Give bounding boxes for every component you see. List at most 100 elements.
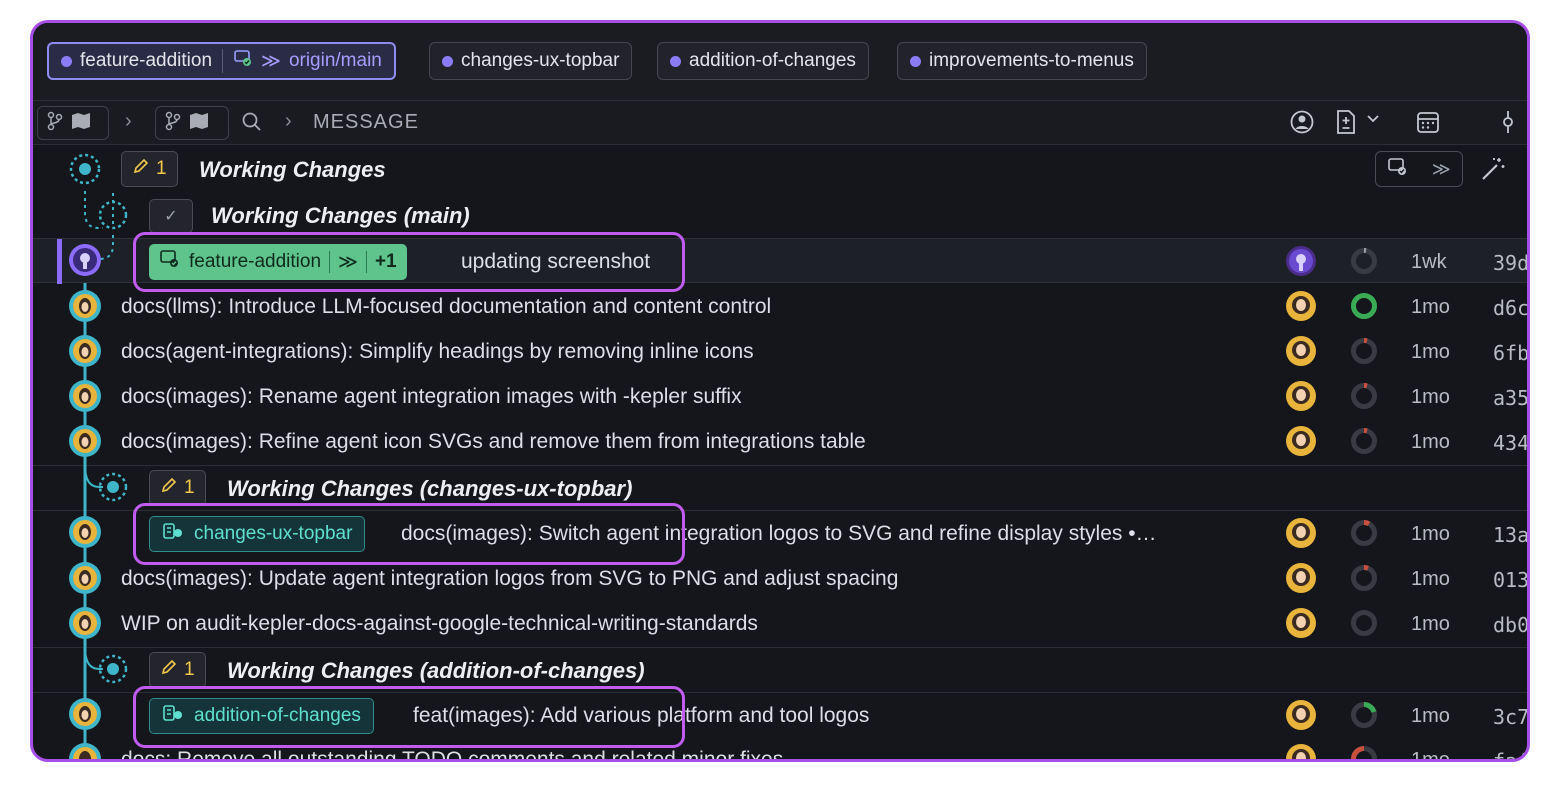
check-icon: ✓ (164, 208, 178, 225)
commit-row[interactable]: changes-ux-topbar docs(images): Switch a… (33, 510, 1527, 555)
commit-sha: faf (1493, 749, 1530, 762)
remote-icon: ≫ (338, 251, 358, 273)
branch-folder-icon (162, 521, 184, 547)
commit-row[interactable]: docs(llms): Introduce LLM-focused docume… (33, 284, 1527, 329)
ring-icon (1349, 744, 1379, 759)
author-icon[interactable] (1289, 109, 1315, 140)
commit-icon[interactable] (1501, 109, 1515, 140)
separator (329, 251, 331, 273)
branch-name: changes-ux-topbar (194, 523, 353, 544)
graph-map-toggle[interactable] (155, 106, 229, 140)
commit-message: docs(images): Refine agent icon SVGs and… (121, 430, 866, 453)
commit-sha: 13a (1493, 523, 1530, 547)
column-toolbar: › › MESSAGE (33, 101, 1527, 145)
branch-map-toggle[interactable] (37, 106, 109, 140)
pencil-icon (160, 658, 178, 682)
commit-sha: 6fb (1493, 341, 1530, 365)
separator (365, 251, 367, 273)
commit-row[interactable]: docs(images): Update agent integration l… (33, 556, 1527, 601)
commit-sha: 013 (1493, 568, 1530, 592)
commit-time: 1mo (1411, 705, 1450, 727)
tab-addition-of-changes[interactable]: addition-of-changes (657, 42, 869, 80)
app-window: feature-addition ≫ origin/main changes-u… (30, 20, 1530, 762)
pencil-count-badge: 1 (149, 652, 206, 688)
tab-label: changes-ux-topbar (461, 50, 620, 71)
commit-time: 1mo (1411, 431, 1450, 453)
working-changes-row[interactable]: 1 Working Changes (addition-of-changes) (33, 647, 1527, 692)
check-badge: ✓ (149, 199, 193, 233)
tab-feature-addition[interactable]: feature-addition ≫ origin/main (47, 42, 396, 80)
commit-sha: db0 (1493, 613, 1530, 637)
search-icon[interactable] (241, 111, 263, 138)
ring-icon (1349, 700, 1379, 730)
wc-action-group[interactable]: ≫ (1375, 151, 1463, 187)
working-changes-title: Working Changes (addition-of-changes) (227, 658, 645, 683)
tab-label: addition-of-changes (689, 50, 856, 71)
commit-row[interactable]: docs(agent-integrations): Simplify headi… (33, 329, 1527, 374)
commit-message: updating screenshot (461, 250, 651, 273)
branch-label-feature-addition[interactable]: feature-addition ≫ +1 (149, 244, 407, 280)
commit-time: 1mo (1411, 523, 1450, 545)
commit-message: feat(images): Add various platform and t… (413, 704, 870, 727)
change-count: 1 (156, 158, 167, 179)
ring-icon (1349, 608, 1379, 638)
map-icon (70, 111, 92, 136)
commit-row[interactable]: docs: Remove all outstanding TODO commen… (33, 737, 1530, 762)
ring-icon (1349, 291, 1379, 321)
commit-message: docs: Remove all outstanding TODO commen… (121, 748, 784, 762)
commit-sha: 3c7 (1493, 705, 1530, 729)
avatar (1285, 335, 1317, 367)
pencil-count-badge: 1 (149, 470, 206, 506)
remote-icon: ≫ (261, 50, 281, 72)
tab-improvements-to-menus[interactable]: improvements-to-menus (897, 42, 1147, 80)
working-changes-title: Working Changes (199, 157, 386, 182)
avatar (1285, 517, 1317, 549)
ring-icon (1349, 426, 1379, 456)
commit-message: docs(images): Update agent integration l… (121, 567, 899, 590)
commit-row[interactable]: docs(images): Rename agent integration i… (33, 374, 1527, 419)
branch-label-addition-of-changes[interactable]: addition-of-changes (149, 698, 374, 734)
avatar (1285, 290, 1317, 322)
commit-row[interactable]: WIP on audit-kepler-docs-against-google-… (33, 601, 1527, 646)
avatar (1285, 562, 1317, 594)
commit-row[interactable]: feature-addition ≫ +1 updating screensho… (33, 238, 1527, 283)
working-changes-title: Working Changes (main) (211, 203, 470, 228)
avatar (1285, 607, 1317, 639)
message-column-header[interactable]: MESSAGE (313, 111, 419, 134)
calendar-icon[interactable] (1415, 109, 1441, 140)
magic-wand-icon[interactable] (1479, 155, 1507, 188)
commit-time: 1mo (1411, 386, 1450, 408)
working-changes-row[interactable]: 1 Working Changes (changes-ux-topbar) (33, 465, 1527, 510)
tab-changes-ux-topbar[interactable]: changes-ux-topbar (429, 42, 633, 80)
commit-sha: a35 (1493, 386, 1530, 410)
branch-name: addition-of-changes (194, 705, 361, 726)
commit-message: WIP on audit-kepler-docs-against-google-… (121, 612, 758, 635)
chevron-down-icon[interactable] (1365, 111, 1381, 132)
ring-icon (1349, 336, 1379, 366)
ring-icon (1349, 518, 1379, 548)
working-changes-title: Working Changes (changes-ux-topbar) (227, 476, 633, 501)
commit-time: 1mo (1411, 568, 1450, 590)
commit-sha: d6c (1493, 296, 1530, 320)
branch-dot-icon (442, 55, 453, 67)
branch-folder-icon (162, 703, 184, 729)
commit-message: docs(agent-integrations): Simplify headi… (121, 340, 754, 363)
branch-label-changes-ux-topbar[interactable]: changes-ux-topbar (149, 516, 366, 552)
tab-label: improvements-to-menus (929, 50, 1134, 71)
commit-row[interactable]: docs(images): Refine agent icon SVGs and… (33, 419, 1527, 464)
change-count: 1 (184, 659, 195, 680)
commit-sha: 434 (1493, 431, 1530, 455)
commit-time: 1mo (1411, 613, 1450, 635)
change-count: 1 (184, 477, 195, 498)
ring-icon (1349, 246, 1379, 276)
avatar (1285, 380, 1317, 412)
avatar (1285, 699, 1317, 731)
working-changes-main-row[interactable]: ✓ Working Changes (main) (33, 193, 1527, 238)
file-diff-icon[interactable] (1335, 109, 1357, 140)
commit-message: docs(images): Rename agent integration i… (121, 385, 742, 408)
laptop-check-icon (233, 49, 253, 73)
pencil-count-badge: 1 (121, 151, 178, 187)
commit-row[interactable]: addition-of-changes feat(images): Add va… (33, 692, 1527, 737)
working-changes-row[interactable]: 1 Working Changes ≫ (33, 147, 1527, 192)
commit-time: 1mo (1411, 341, 1450, 363)
